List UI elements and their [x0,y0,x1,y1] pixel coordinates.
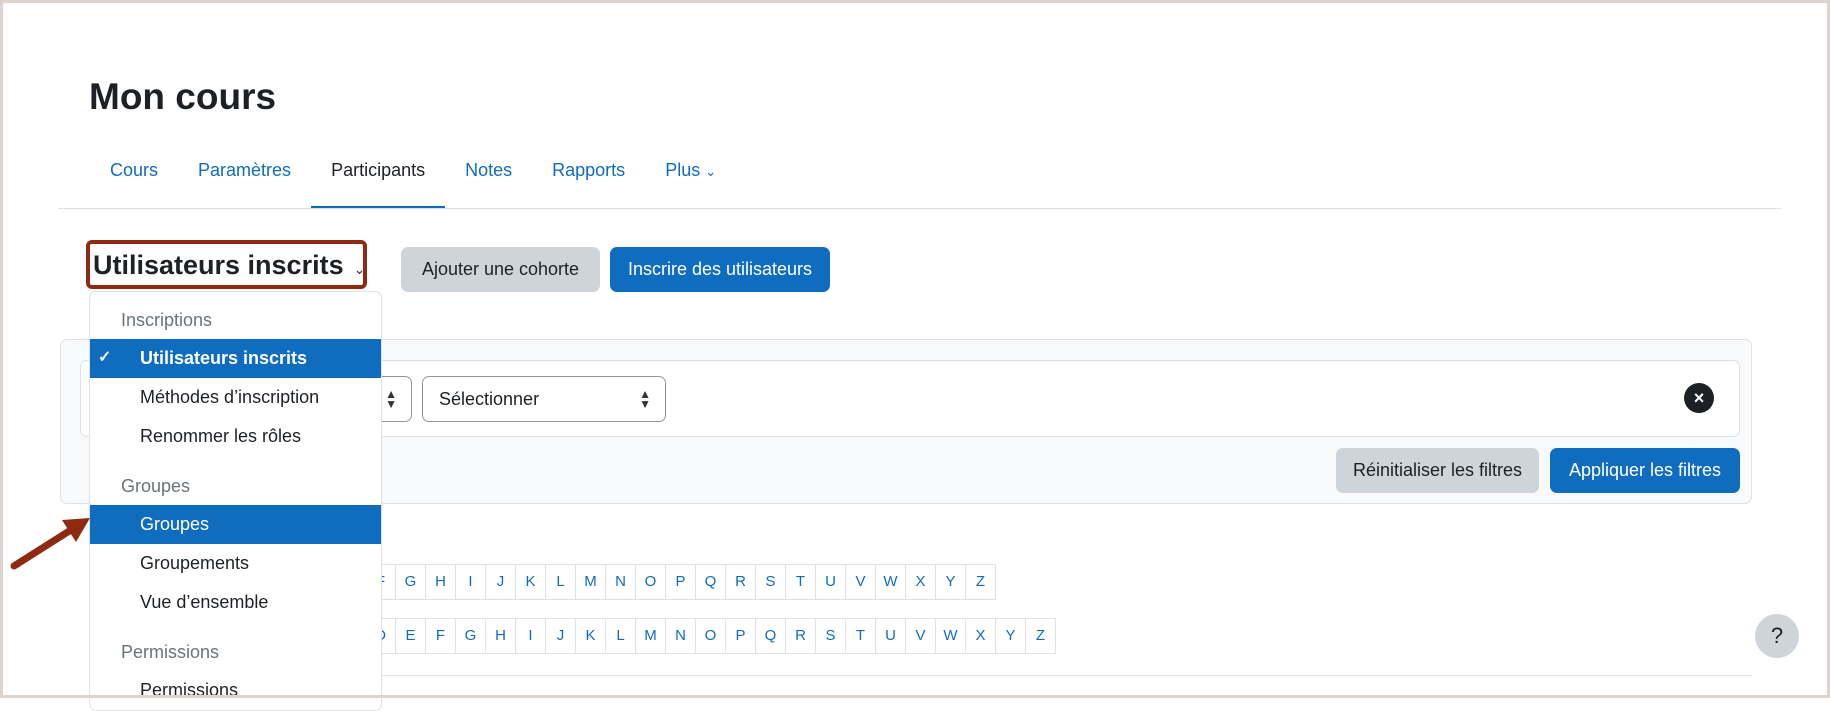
initial-letter-link[interactable]: N [665,618,696,654]
course-nav: Cours Paramètres Participants Notes Rapp… [90,148,736,210]
menu-item-overview[interactable]: Vue d’ensemble [90,583,381,622]
participants-dropdown-menu: Inscriptions ✓ Utilisateurs inscrits Méth… [89,291,382,711]
filter-value-label: Sélectionner [439,389,540,409]
selector-label: Utilisateurs inscrits [93,250,344,280]
initial-letter-link[interactable]: M [575,564,606,600]
initial-letter-link[interactable]: K [575,618,606,654]
initial-letter-link[interactable]: L [605,618,636,654]
initial-letter-link[interactable]: E [395,618,426,654]
tab-rapports[interactable]: Rapports [532,148,645,209]
initial-letter-link[interactable]: I [515,618,546,654]
initial-letter-link[interactable]: U [815,564,846,600]
initial-letter-link[interactable]: J [545,618,576,654]
initial-letter-link[interactable]: X [905,564,936,600]
tab-plus[interactable]: Plus ⌄ [645,148,736,209]
menu-header-groupes: Groupes [121,476,191,496]
initial-letter-link[interactable]: Q [695,564,726,600]
initial-letter-link[interactable]: F [425,618,456,654]
initial-letter-link[interactable]: V [905,618,936,654]
sort-arrows-icon: ▲ ▼ [639,387,651,411]
initial-letter-link[interactable]: H [425,564,456,600]
reset-filters-button[interactable]: Réinitialiser les filtres [1336,448,1539,493]
initial-letter-link[interactable]: Z [1025,618,1056,654]
initial-letter-link[interactable]: G [395,564,426,600]
divider [380,675,1752,676]
tab-notes[interactable]: Notes [445,148,532,209]
menu-item-groups[interactable]: Groupes [90,505,381,544]
initial-letter-link[interactable]: L [545,564,576,600]
lastname-initials-bar: DEFGHIJKLMNOPQRSTUVWXYZ [365,618,1056,654]
initial-letter-link[interactable]: I [455,564,486,600]
initial-letter-link[interactable]: W [935,618,966,654]
initial-letter-link[interactable]: H [485,618,516,654]
initial-letter-link[interactable]: O [695,618,726,654]
initial-letter-link[interactable]: G [455,618,486,654]
initial-letter-link[interactable]: Z [965,564,996,600]
chevron-down-icon: ⌄ [705,164,717,179]
initial-letter-link[interactable]: K [515,564,546,600]
menu-item-label: Utilisateurs inscrits [140,348,308,368]
initial-letter-link[interactable]: N [605,564,636,600]
initial-letter-link[interactable]: Y [935,564,966,600]
initial-letter-link[interactable]: U [875,618,906,654]
tab-participants[interactable]: Participants [311,148,446,209]
help-button[interactable]: ? [1755,614,1799,658]
initial-letter-link[interactable]: X [965,618,996,654]
participants-page-selector[interactable]: Utilisateurs inscrits ⌄ [86,240,367,289]
menu-header-inscriptions: Inscriptions [121,310,213,330]
tab-parametres[interactable]: Paramètres [178,148,311,209]
initial-letter-link[interactable]: J [485,564,516,600]
tab-plus-label: Plus [665,160,701,180]
add-cohort-button[interactable]: Ajouter une cohorte [401,247,600,292]
remove-filter-icon[interactable]: × [1684,383,1714,413]
firstname-initials-bar: FGHIJKLMNOPQRSTUVWXYZ [365,564,996,600]
enrol-users-button[interactable]: Inscrire des utilisateurs [610,247,830,292]
filter-value-select[interactable]: Sélectionner ▲ ▼ [422,376,666,422]
initial-letter-link[interactable]: R [785,618,816,654]
initial-letter-link[interactable]: O [635,564,666,600]
menu-header-permissions: Permissions [121,642,220,662]
initial-letter-link[interactable]: M [635,618,666,654]
menu-item-enrolment-methods[interactable]: Méthodes d’inscription [90,378,381,417]
apply-filters-button[interactable]: Appliquer les filtres [1550,448,1740,493]
menu-item-rename-roles[interactable]: Renommer les rôles [90,417,381,456]
initial-letter-link[interactable]: P [665,564,696,600]
initial-letter-link[interactable]: T [785,564,816,600]
initial-letter-link[interactable]: P [725,618,756,654]
nav-divider [58,208,1781,209]
initial-letter-link[interactable]: T [845,618,876,654]
chevron-down-icon: ⌄ [353,261,366,277]
tab-cours[interactable]: Cours [90,148,178,209]
initial-letter-link[interactable]: V [845,564,876,600]
menu-item-permissions[interactable]: Permissions [90,671,381,710]
initial-letter-link[interactable]: S [815,618,846,654]
menu-item-enrolled-users[interactable]: ✓ Utilisateurs inscrits [90,339,381,378]
initial-letter-link[interactable]: S [755,564,786,600]
sort-arrows-icon: ▲ ▼ [385,387,397,411]
initial-letter-link[interactable]: W [875,564,906,600]
checkmark-icon: ✓ [98,349,112,366]
initial-letter-link[interactable]: Y [995,618,1026,654]
annotation-arrow-icon [10,518,90,570]
initial-letter-link[interactable]: R [725,564,756,600]
menu-item-groupings[interactable]: Groupements [90,544,381,583]
initial-letter-link[interactable]: Q [755,618,786,654]
page-title: Mon cours [89,76,277,117]
